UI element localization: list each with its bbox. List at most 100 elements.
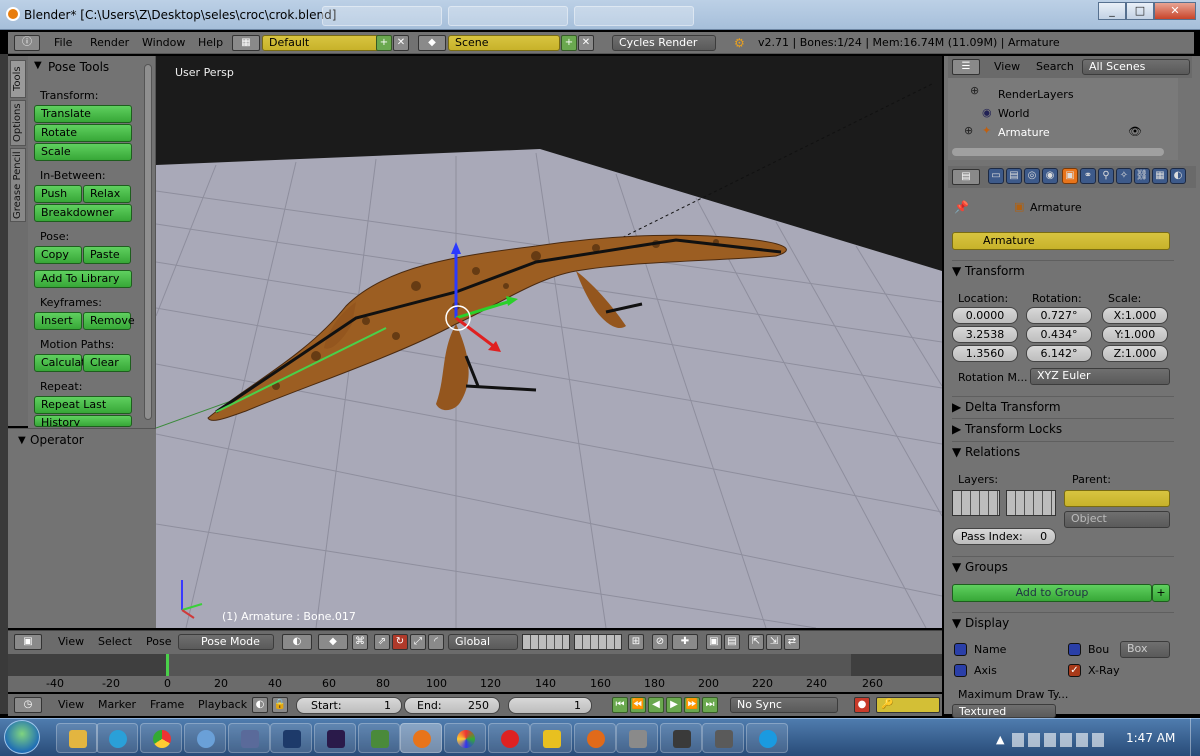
layers-grid-b[interactable] — [1006, 490, 1056, 516]
scale-x-field[interactable]: X:1.000 — [1102, 307, 1168, 324]
renderlayers-tab-icon[interactable]: ▤ — [1006, 168, 1022, 184]
firefox-taskbar-button[interactable] — [574, 723, 616, 753]
outliner-scrollbar[interactable] — [952, 148, 1164, 156]
after-effects-taskbar-button[interactable] — [314, 723, 356, 753]
select-menu[interactable]: Select — [94, 633, 136, 651]
app-taskbar-button[interactable] — [660, 723, 702, 753]
app-taskbar-button[interactable] — [616, 723, 658, 753]
parent-field[interactable] — [1064, 490, 1170, 507]
rotate-manip-icon[interactable]: ↻ — [392, 634, 408, 650]
app-taskbar-button[interactable] — [358, 723, 400, 753]
editor-type-icon[interactable]: ⓘ — [14, 35, 40, 51]
outliner-filter-dropdown[interactable]: All Scenes — [1082, 59, 1190, 75]
xray-checkbox[interactable]: ✓ — [1068, 664, 1081, 677]
display-header[interactable]: ▼ Display — [952, 612, 1174, 632]
preview-range-icon[interactable]: ◐ — [252, 697, 268, 713]
relax-button[interactable]: Relax — [83, 185, 131, 203]
max-draw-type-dropdown[interactable]: Textured — [952, 704, 1056, 718]
rotation-x-field[interactable]: 0.727° — [1026, 307, 1092, 324]
keying-set-icon[interactable]: 🔑 — [876, 697, 940, 713]
object-tab-icon[interactable]: ▣ — [1062, 168, 1078, 184]
shading-icon[interactable]: ◐ — [282, 634, 312, 650]
end-frame-field[interactable]: End: 250 — [404, 697, 500, 714]
pivot-icon[interactable]: ◆ — [318, 634, 348, 650]
lock-layers-icon[interactable]: ⊞ — [628, 634, 644, 650]
menu-help[interactable]: Help — [194, 34, 227, 52]
app-taskbar-button[interactable] — [184, 723, 226, 753]
outliner-item-world[interactable]: World — [998, 107, 1030, 120]
outliner-view-menu[interactable]: View — [990, 58, 1024, 76]
lock-icon[interactable]: 🔒 — [272, 697, 288, 713]
screen-layout-field[interactable]: Default — [262, 35, 380, 51]
paste-pose-button[interactable]: Paste — [83, 246, 131, 264]
name-checkbox[interactable] — [954, 643, 967, 656]
translate-manip-icon[interactable]: ⇗ — [374, 634, 390, 650]
app-taskbar-button[interactable] — [444, 723, 486, 753]
transform-panel-header[interactable]: ▼ Transform — [952, 260, 1174, 280]
explorer-taskbar-button[interactable] — [56, 723, 98, 753]
paste-flipped-icon[interactable]: ⇄ — [784, 634, 800, 650]
remove-keyframe-button[interactable]: Remove — [83, 312, 135, 330]
delta-transform-header[interactable]: ▶ Delta Transform — [952, 396, 1174, 416]
translate-button[interactable]: Translate — [34, 105, 132, 123]
app-taskbar-button[interactable] — [96, 723, 138, 753]
tool-shelf-scrollbar[interactable] — [144, 64, 152, 420]
editor-type-icon[interactable]: ◷ — [14, 697, 42, 713]
view-menu[interactable]: View — [54, 633, 88, 651]
play-icon[interactable]: ▶ — [666, 697, 682, 713]
play-reverse-icon[interactable]: ◀ — [648, 697, 664, 713]
physics-tab-icon[interactable]: ◐ — [1170, 168, 1186, 184]
jump-start-icon[interactable]: ⏮ — [612, 697, 628, 713]
copy-pose-icon[interactable]: ⇱ — [748, 634, 764, 650]
render-tab-icon[interactable]: ▭ — [988, 168, 1004, 184]
add-to-group-button[interactable]: Add to Group — [952, 584, 1152, 602]
app-taskbar-button[interactable] — [530, 723, 572, 753]
current-frame-marker[interactable] — [166, 654, 169, 676]
view-layers-a[interactable] — [522, 634, 570, 650]
editor-type-icon[interactable]: ▤ — [952, 169, 980, 185]
render-engine-dropdown[interactable]: Cycles Render — [612, 35, 716, 51]
layout-icon[interactable]: ▦ — [232, 35, 260, 51]
location-z-field[interactable]: 1.3560 — [952, 345, 1018, 362]
jump-keyframe-back-icon[interactable]: ⏪ — [630, 697, 646, 713]
texture-tab-icon[interactable]: ▦ — [1152, 168, 1168, 184]
constraints-tab-icon[interactable]: ⚭ — [1080, 168, 1096, 184]
relations-header[interactable]: ▼ Relations — [952, 441, 1174, 461]
opera-taskbar-button[interactable] — [488, 723, 530, 753]
pin-icon[interactable]: 📌 — [954, 200, 969, 214]
editor-type-icon[interactable]: ☰ — [952, 59, 980, 75]
add-group-plus-icon[interactable]: + — [1152, 584, 1170, 602]
rotation-z-field[interactable]: 6.142° — [1026, 345, 1092, 362]
timeline-ruler[interactable] — [8, 676, 942, 692]
view-layers-b[interactable] — [574, 634, 622, 650]
rotation-mode-dropdown[interactable]: XYZ Euler — [1030, 368, 1170, 385]
scene-tab-icon[interactable]: ◎ — [1024, 168, 1040, 184]
orientation-dropdown[interactable]: Global — [448, 634, 518, 650]
menu-window[interactable]: Window — [138, 34, 189, 52]
render-anim-icon[interactable]: ▤ — [724, 634, 740, 650]
show-desktop-button[interactable] — [1190, 718, 1200, 756]
location-x-field[interactable]: 0.0000 — [952, 307, 1018, 324]
rotate-manip-icon[interactable]: ◜ — [428, 634, 444, 650]
maximize-button[interactable]: □ — [1126, 2, 1154, 20]
delete-scene-button[interactable]: ✕ — [578, 35, 594, 51]
photoshop-taskbar-button[interactable] — [270, 723, 312, 753]
groups-header[interactable]: ▼ Groups — [952, 556, 1174, 576]
sync-dropdown[interactable]: No Sync — [730, 697, 838, 713]
scale-manip-icon[interactable]: ⤢ — [410, 634, 426, 650]
close-button[interactable]: ✕ — [1154, 2, 1196, 20]
collapse-arrow-icon[interactable]: ▼ — [18, 435, 26, 446]
bounds-type-dropdown[interactable]: Box — [1120, 641, 1170, 658]
pass-index-field[interactable]: Pass Index: 0 — [952, 528, 1056, 545]
transform-locks-header[interactable]: ▶ Transform Locks — [952, 418, 1174, 438]
visibility-eye-icon[interactable]: 👁 — [1128, 125, 1142, 138]
axis-checkbox[interactable] — [954, 664, 967, 677]
current-frame-field[interactable]: 1 — [508, 697, 592, 714]
pose-menu[interactable]: Pose — [142, 633, 175, 651]
scene-icon[interactable]: ◆ — [418, 35, 446, 51]
clear-paths-button[interactable]: Clear — [83, 354, 131, 372]
record-icon[interactable]: ● — [854, 697, 870, 713]
breakdowner-button[interactable]: Breakdowner — [34, 204, 132, 222]
jump-keyframe-forward-icon[interactable]: ⏩ — [684, 697, 700, 713]
push-button[interactable]: Push — [34, 185, 82, 203]
